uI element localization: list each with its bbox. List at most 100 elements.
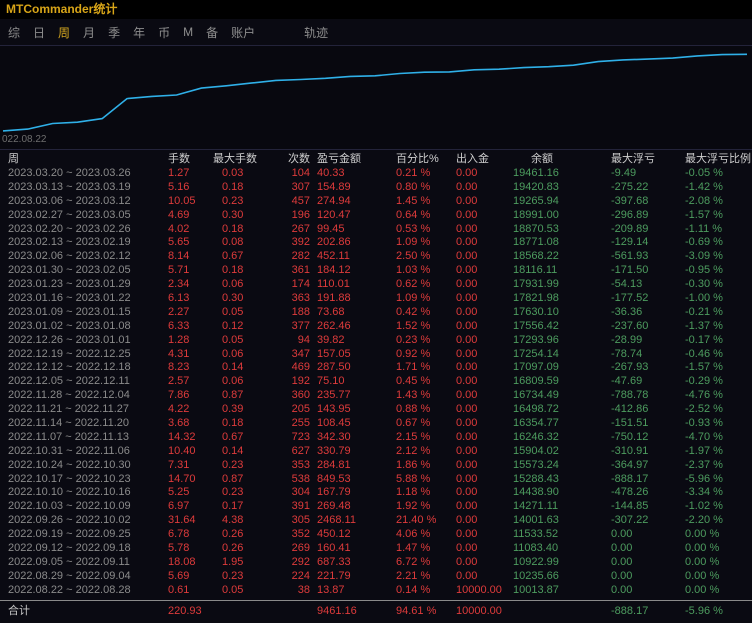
cell-balance: 15904.02: [513, 444, 559, 457]
table-row[interactable]: 2023.01.23 ~ 2023.01.29 2.34 0.06 174 110.01…: [0, 278, 752, 292]
table-row[interactable]: 2022.11.07 ~ 2022.11.13 14.32 0.67 723 342.3…: [0, 431, 752, 445]
cell-max-float-pct: -0.29 %: [685, 375, 723, 388]
cell-max-float: -36.36: [611, 305, 643, 318]
table-row[interactable]: 2023.01.30 ~ 2023.02.05 5.71 0.18 361 184.12…: [0, 264, 752, 278]
table-row[interactable]: 2022.12.12 ~ 2022.12.18 8.23 0.14 469 287.50…: [0, 361, 752, 375]
menu-bar: 综日周月季年币 M 备账户 轨迹: [0, 19, 752, 45]
table-row[interactable]: 2023.02.06 ~ 2023.02.12 8.14 0.67 282 452.11…: [0, 250, 752, 264]
cell-max-lots: 0.18: [222, 222, 244, 235]
table-row[interactable]: 2023.01.16 ~ 2023.01.22 6.13 0.30 363 191.88…: [0, 292, 752, 306]
cell-max-float-pct: -0.05 %: [685, 167, 723, 179]
cell-max-float-pct: -4.76 %: [685, 389, 723, 402]
table-row[interactable]: 2022.11.28 ~ 2022.12.04 7.86 0.87 360 235.77…: [0, 389, 752, 403]
menu-item-6[interactable]: 年: [133, 24, 145, 41]
table-row[interactable]: 2023.02.13 ~ 2023.02.19 5.65 0.08 392 202.86…: [0, 236, 752, 250]
menu-item-11[interactable]: 轨迹: [304, 24, 328, 41]
cell-max-lots: 0.12: [222, 319, 244, 332]
cell-max-lots: 1.95: [222, 555, 244, 568]
column-header-period: 周: [8, 153, 19, 165]
cell-max-lots: 0.06: [222, 347, 244, 360]
cell-max-float: -54.13: [611, 278, 643, 291]
cell-max-lots: 0.67: [222, 430, 244, 443]
cell-max-lots: 0.06: [222, 278, 244, 291]
cell-balance: 11083.40: [513, 542, 559, 555]
cell-max-float-pct: -2.08 %: [685, 194, 723, 207]
stats-table: 周手数 最大手数 次数 盈亏金额 百分比% 出入金 余额 最大浮亏 最大浮亏比例 2023.03…: [0, 152, 752, 621]
cell-max-float-pct: 0.00 %: [685, 569, 720, 582]
cell-max-lots: 0.87: [222, 389, 244, 402]
table-row[interactable]: 2022.08.22 ~ 2022.08.28 0.61 0.05 38 13.87 0.…: [0, 584, 752, 598]
table-row[interactable]: 2022.10.31 ~ 2022.11.06 10.40 0.14 627 330.7…: [0, 445, 752, 459]
cell-max-float-pct: -2.37 %: [685, 458, 723, 471]
table-row[interactable]: 2023.03.20 ~ 2023.03.26 1.27 0.03 104 40.33 0…: [0, 167, 752, 181]
cell-deposit: 0.00: [456, 403, 478, 416]
cell-pct: 0.80 %: [396, 180, 431, 193]
cell-lots: 5.65: [168, 236, 190, 249]
cell-max-lots: 0.18: [222, 417, 244, 430]
cell-pct: 2.21 %: [396, 569, 431, 582]
table-header: 周手数 最大手数 次数 盈亏金额 百分比% 出入金 余额 最大浮亏 最大浮亏比例: [0, 152, 752, 167]
title-bar[interactable]: MTCommander统计: [0, 0, 752, 19]
menu-item-3[interactable]: 周: [58, 24, 70, 41]
cell-balance: 11533.52: [513, 528, 559, 541]
cell-count: 353: [291, 458, 310, 471]
cell-max-lots: 0.03: [222, 167, 244, 179]
table-row[interactable]: 2022.10.17 ~ 2022.10.23 14.70 0.87 538 849.5…: [0, 473, 752, 487]
table-row[interactable]: 2022.09.26 ~ 2022.10.02 31.64 4.38 305 2468.…: [0, 514, 752, 528]
cell-deposit: 0.00: [456, 542, 478, 555]
cell-lots: 8.23: [168, 361, 190, 374]
table-row[interactable]: 2022.08.29 ~ 2022.09.04 5.69 0.23 224 221.79…: [0, 570, 752, 584]
table-row[interactable]: 2022.12.26 ~ 2023.01.01 1.28 0.05 94 39.82 0.…: [0, 334, 752, 348]
table-row[interactable]: 2023.01.09 ~ 2023.01.15 2.27 0.05 188 73.68 0…: [0, 306, 752, 320]
table-row[interactable]: 2022.09.12 ~ 2022.09.18 5.78 0.26 269 160.41…: [0, 542, 752, 556]
cell-balance: 16734.49: [513, 389, 559, 402]
menu-item-7[interactable]: 币: [158, 24, 170, 41]
menu-item-4[interactable]: 月: [83, 24, 95, 41]
table-row[interactable]: 2022.11.14 ~ 2022.11.20 3.68 0.18 255 108.45…: [0, 417, 752, 431]
table-row[interactable]: 2022.12.05 ~ 2022.12.11 2.57 0.06 192 75.10 0…: [0, 375, 752, 389]
table-row[interactable]: 2022.10.10 ~ 2022.10.16 5.25 0.23 304 167.79…: [0, 486, 752, 500]
cell-period: 2023.03.20 ~ 2023.03.26: [8, 167, 131, 179]
cell-pnl: 330.79: [317, 444, 351, 457]
table-row[interactable]: 2023.01.02 ~ 2023.01.08 6.33 0.12 377 262.46…: [0, 320, 752, 334]
table-row[interactable]: 2022.09.19 ~ 2022.09.25 6.78 0.26 352 450.12…: [0, 528, 752, 542]
total-label: 合计: [8, 604, 30, 617]
menu-item-1[interactable]: 综: [8, 24, 20, 41]
table-row[interactable]: 2022.09.05 ~ 2022.09.11 18.08 1.95 292 687.3…: [0, 556, 752, 570]
cell-deposit: 0.00: [456, 180, 478, 193]
cell-pct: 21.40 %: [396, 514, 437, 527]
table-row[interactable]: 2023.02.27 ~ 2023.03.05 4.69 0.30 196 120.47…: [0, 209, 752, 223]
table-row[interactable]: 2022.12.19 ~ 2022.12.25 4.31 0.06 347 157.05…: [0, 348, 752, 362]
menu-item-10[interactable]: 账户: [231, 24, 255, 41]
column-header-max-lots: 最大手数: [213, 153, 257, 165]
cell-max-float-pct: 0.00 %: [685, 542, 720, 555]
cell-lots: 10.40: [168, 444, 196, 457]
cell-max-lots: 4.38: [222, 514, 244, 527]
cell-pnl: 287.50: [317, 361, 351, 374]
table-row[interactable]: 2023.03.06 ~ 2023.03.12 10.05 0.23 457 274.9…: [0, 195, 752, 209]
cell-lots: 7.31: [168, 458, 190, 471]
menu-item-8[interactable]: M: [183, 25, 193, 39]
table-row[interactable]: 2023.02.20 ~ 2023.02.26 4.02 0.18 267 99.45 0…: [0, 223, 752, 237]
menu-item-5[interactable]: 季: [108, 24, 120, 41]
table-row[interactable]: 2022.10.03 ~ 2022.10.09 6.97 0.17 391 269.48…: [0, 500, 752, 514]
chart-start-date-label: 022.08.22: [2, 134, 47, 145]
cell-lots: 14.70: [168, 472, 196, 485]
cell-lots: 1.28: [168, 333, 190, 346]
table-row[interactable]: 2022.10.24 ~ 2022.10.30 7.31 0.23 353 284.81…: [0, 459, 752, 473]
cell-max-float: -310.91: [611, 444, 649, 457]
column-header-deposit: 出入金: [456, 153, 489, 165]
cell-max-float: -78.74: [611, 347, 643, 360]
menu-item-9[interactable]: 备: [206, 24, 218, 41]
cell-period: 2022.09.26 ~ 2022.10.02: [8, 514, 131, 527]
cell-deposit: 0.00: [456, 264, 478, 277]
cell-max-float: -397.68: [611, 194, 649, 207]
table-row[interactable]: 2023.03.13 ~ 2023.03.19 5.16 0.18 307 154.89…: [0, 181, 752, 195]
cell-max-lots: 0.23: [222, 569, 244, 582]
table-row[interactable]: 2022.11.21 ~ 2022.11.27 4.22 0.39 205 143.95…: [0, 403, 752, 417]
cell-pnl: 167.79: [317, 486, 351, 499]
cell-period: 2023.01.09 ~ 2023.01.15: [8, 305, 131, 318]
cell-deposit: 0.00: [456, 417, 478, 430]
cell-max-float: -47.69: [611, 375, 643, 388]
menu-item-2[interactable]: 日: [33, 24, 45, 41]
